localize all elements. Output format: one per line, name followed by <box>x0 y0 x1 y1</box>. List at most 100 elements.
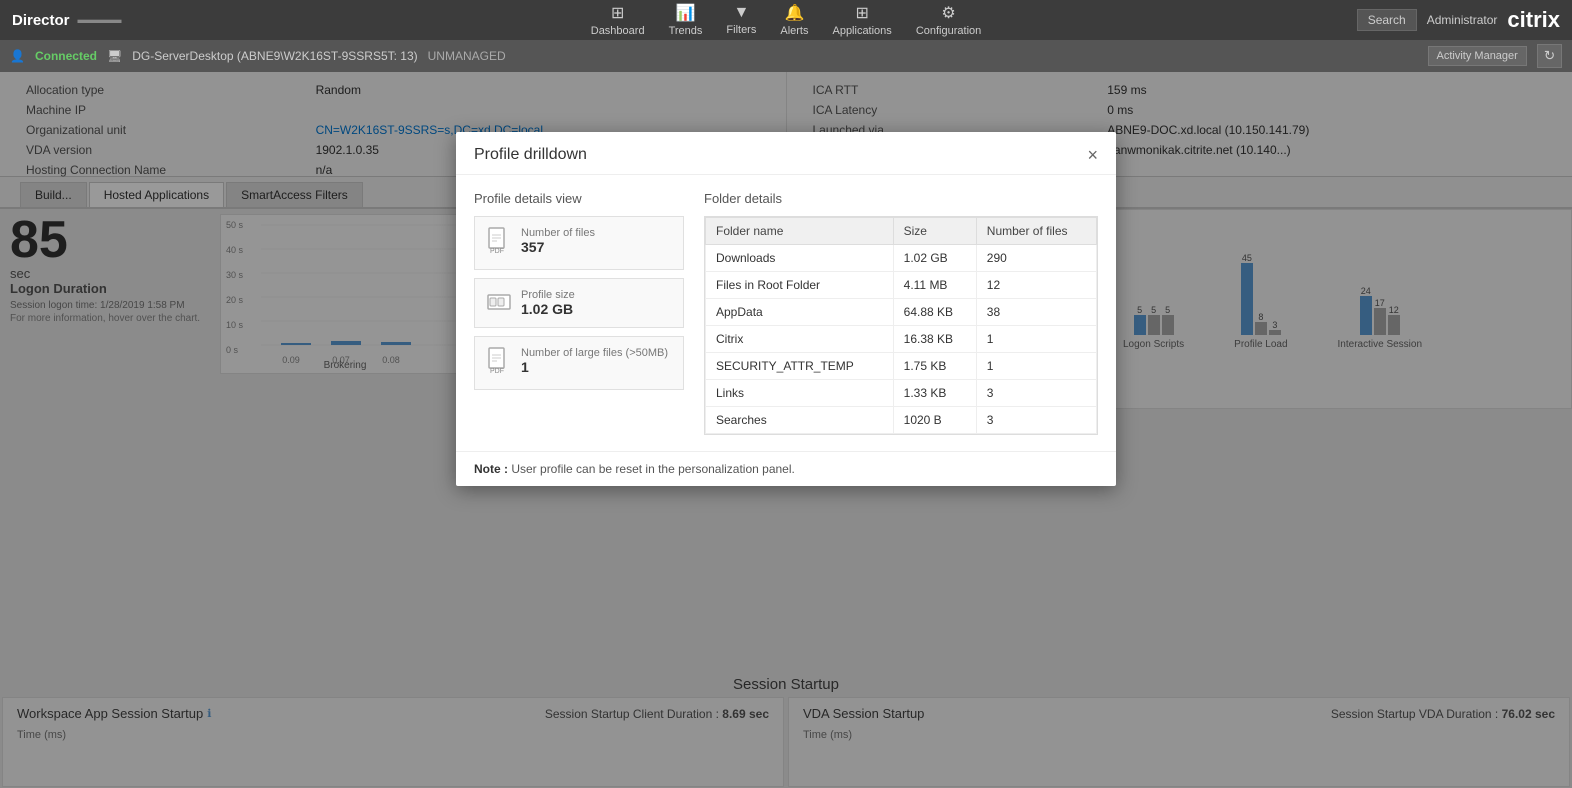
folder-table-row: Citrix 16.38 KB 1 <box>706 326 1097 353</box>
folder-size-cell: 1.02 GB <box>893 245 976 272</box>
trends-label: Trends <box>669 25 703 37</box>
folder-table-wrapper[interactable]: Folder name Size Number of files Downloa… <box>704 216 1098 435</box>
connected-status: Connected <box>35 49 97 63</box>
svg-text:PDF: PDF <box>490 248 504 255</box>
folder-name-cell: Downloads <box>706 245 894 272</box>
card-content-files: Number of files 357 <box>521 227 595 255</box>
size-icon <box>487 289 511 317</box>
profile-card-size: Profile size 1.02 GB <box>474 278 684 328</box>
filters-icon: ▼ <box>733 4 749 22</box>
card-content-large-files: Number of large files (>50MB) 1 <box>521 347 668 375</box>
note-text: User profile can be reset in the persona… <box>511 462 795 476</box>
profile-section-label: Profile details view <box>474 191 684 206</box>
modal-close-button[interactable]: × <box>1087 146 1098 164</box>
dashboard-label: Dashboard <box>591 25 645 37</box>
folder-files-cell: 3 <box>976 407 1096 434</box>
folder-files-cell: 1 <box>976 326 1096 353</box>
profile-details-section: Profile details view PDF <box>474 191 684 435</box>
unmanaged-label: UNMANAGED <box>428 49 506 63</box>
files-icon: PDF <box>487 227 511 259</box>
nav-right: Search Administrator citrix <box>1357 7 1560 33</box>
app-title: Director <box>12 12 70 29</box>
folder-section-label: Folder details <box>704 191 1098 206</box>
nav-center: ⊞ Dashboard 📊 Trends ▼ Filters 🔔 Alerts … <box>591 3 982 37</box>
trends-icon: 📊 <box>676 3 696 23</box>
bg-content: Allocation type Random Machine IP Organi… <box>0 72 1572 788</box>
col-size: Size <box>893 218 976 245</box>
large-files-value: 1 <box>521 359 668 375</box>
svg-text:PDF: PDF <box>490 368 504 375</box>
files-label: Number of files <box>521 227 595 239</box>
modal-title: Profile drilldown <box>474 146 587 164</box>
dashboard-icon: ⊞ <box>611 3 624 23</box>
nav-left: Director ▬▬▬▬ <box>12 12 122 29</box>
files-value: 357 <box>521 239 595 255</box>
nav-dashboard[interactable]: ⊞ Dashboard <box>591 3 645 37</box>
activity-manager-button[interactable]: Activity Manager <box>1428 46 1527 66</box>
modal-header: Profile drilldown × <box>456 132 1116 175</box>
folder-name-cell: Links <box>706 380 894 407</box>
nav-configuration[interactable]: ⚙ Configuration <box>916 3 981 37</box>
profile-card-files: PDF Number of files 357 <box>474 216 684 270</box>
folder-size-cell: 16.38 KB <box>893 326 976 353</box>
nav-applications[interactable]: ⊞ Applications <box>832 3 891 37</box>
applications-icon: ⊞ <box>855 3 868 23</box>
size-value: 1.02 GB <box>521 301 575 317</box>
folder-table-row: SECURITY_ATTR_TEMP 1.75 KB 1 <box>706 353 1097 380</box>
applications-label: Applications <box>832 25 891 37</box>
filters-label: Filters <box>726 24 756 36</box>
top-nav: Director ▬▬▬▬ ⊞ Dashboard 📊 Trends ▼ Fil… <box>0 0 1572 40</box>
configuration-icon: ⚙ <box>941 3 955 23</box>
card-content-size: Profile size 1.02 GB <box>521 289 575 317</box>
nav-alerts[interactable]: 🔔 Alerts <box>780 3 808 37</box>
modal-overlay: Profile drilldown × Profile details view <box>0 72 1572 788</box>
configuration-label: Configuration <box>916 25 981 37</box>
folder-files-cell: 290 <box>976 245 1096 272</box>
user-icon: 👤 <box>10 49 25 63</box>
folder-size-cell: 1.75 KB <box>893 353 976 380</box>
search-button[interactable]: Search <box>1357 9 1417 31</box>
folder-files-cell: 1 <box>976 353 1096 380</box>
folder-files-cell: 12 <box>976 272 1096 299</box>
admin-label: Administrator <box>1427 13 1498 27</box>
folder-table-row: AppData 64.88 KB 38 <box>706 299 1097 326</box>
folder-files-cell: 3 <box>976 380 1096 407</box>
nav-trends[interactable]: 📊 Trends <box>669 3 703 37</box>
large-files-label: Number of large files (>50MB) <box>521 347 668 359</box>
folder-name-cell: Citrix <box>706 326 894 353</box>
col-folder-name: Folder name <box>706 218 894 245</box>
folder-details-section: Folder details Folder name Size Number o… <box>704 191 1098 435</box>
folder-size-cell: 1.33 KB <box>893 380 976 407</box>
folder-table-row: Links 1.33 KB 3 <box>706 380 1097 407</box>
folder-size-cell: 1020 B <box>893 407 976 434</box>
profile-card-large-files: PDF Number of large files (>50MB) 1 <box>474 336 684 390</box>
folder-table-row: Searches 1020 B 3 <box>706 407 1097 434</box>
folder-table: Folder name Size Number of files Downloa… <box>705 217 1097 434</box>
folder-name-cell: Files in Root Folder <box>706 272 894 299</box>
folder-size-cell: 4.11 MB <box>893 272 976 299</box>
size-label: Profile size <box>521 289 575 301</box>
refresh-button[interactable]: ↻ <box>1537 44 1562 68</box>
machine-name: DG-ServerDesktop (ABNE9\W2K16ST-9SSRS5T:… <box>132 49 417 63</box>
profile-drilldown-modal: Profile drilldown × Profile details view <box>456 132 1116 486</box>
session-bar: 👤 Connected 🖥 DG-ServerDesktop (ABNE9\W2… <box>0 40 1572 72</box>
modal-note: Note : User profile can be reset in the … <box>456 451 1116 486</box>
machine-icon: 🖥 <box>107 49 122 63</box>
alerts-label: Alerts <box>780 25 808 37</box>
note-label: Note : <box>474 462 508 476</box>
modal-body: Profile details view PDF <box>456 175 1116 451</box>
folder-table-header: Folder name Size Number of files <box>706 218 1097 245</box>
folder-name-cell: Searches <box>706 407 894 434</box>
citrix-logo: citrix <box>1507 7 1560 33</box>
folder-name-cell: AppData <box>706 299 894 326</box>
version-label: ▬▬▬▬ <box>78 14 122 26</box>
alerts-icon: 🔔 <box>784 3 804 23</box>
col-num-files: Number of files <box>976 218 1096 245</box>
folder-size-cell: 64.88 KB <box>893 299 976 326</box>
folder-table-row: Downloads 1.02 GB 290 <box>706 245 1097 272</box>
folder-name-cell: SECURITY_ATTR_TEMP <box>706 353 894 380</box>
folder-table-row: Files in Root Folder 4.11 MB 12 <box>706 272 1097 299</box>
folder-files-cell: 38 <box>976 299 1096 326</box>
nav-filters[interactable]: ▼ Filters <box>726 4 756 36</box>
large-files-icon: PDF <box>487 347 511 379</box>
